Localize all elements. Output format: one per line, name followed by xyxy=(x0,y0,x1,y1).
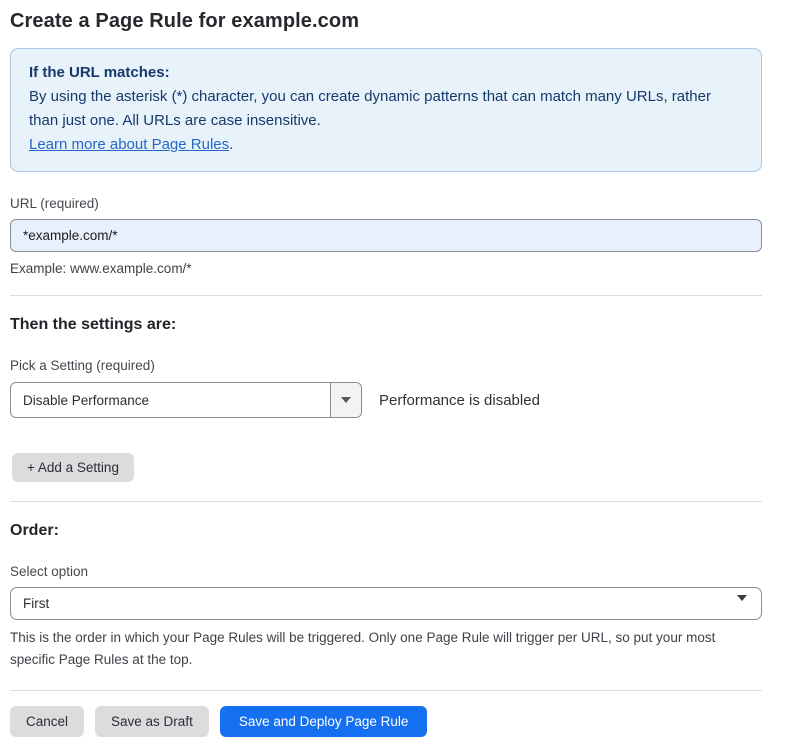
add-setting-button[interactable]: + Add a Setting xyxy=(12,453,134,482)
learn-more-link[interactable]: Learn more about Page Rules xyxy=(29,136,229,153)
chevron-down-icon xyxy=(737,601,747,616)
url-example-text: Example: www.example.com/* xyxy=(10,261,762,276)
cancel-button[interactable]: Cancel xyxy=(10,706,84,737)
order-select-label: Select option xyxy=(10,564,762,579)
url-field-label: URL (required) xyxy=(10,196,762,211)
chevron-down-icon xyxy=(341,397,351,403)
footer-divider xyxy=(10,690,762,691)
order-select[interactable]: First xyxy=(10,587,762,620)
create-page-rule-form: Create a Page Rule for example.com If th… xyxy=(0,0,790,737)
link-suffix-text: . xyxy=(229,136,233,153)
setting-select-value: Disable Performance xyxy=(11,383,330,417)
page-title: Create a Page Rule for example.com xyxy=(10,10,762,33)
footer-actions: Cancel Save as Draft Save and Deploy Pag… xyxy=(10,706,762,737)
order-help-text: This is the order in which your Page Rul… xyxy=(10,627,758,671)
section-divider xyxy=(10,501,762,502)
info-callout-heading: If the URL matches: xyxy=(29,61,743,85)
url-match-info-callout: If the URL matches: By using the asteris… xyxy=(10,48,762,172)
save-as-draft-button[interactable]: Save as Draft xyxy=(95,706,209,737)
setting-status-text: Performance is disabled xyxy=(379,392,540,409)
url-input[interactable] xyxy=(10,219,762,252)
order-select-value: First xyxy=(23,596,49,611)
setting-select[interactable]: Disable Performance xyxy=(10,382,362,418)
section-divider xyxy=(10,295,762,296)
setting-select-arrow-button[interactable] xyxy=(330,383,361,417)
setting-picker-label: Pick a Setting (required) xyxy=(10,358,762,373)
setting-picker-row: Disable Performance Performance is disab… xyxy=(10,382,762,418)
settings-section-heading: Then the settings are: xyxy=(10,316,762,334)
info-callout-body: By using the asterisk (*) character, you… xyxy=(29,85,743,133)
save-and-deploy-button[interactable]: Save and Deploy Page Rule xyxy=(220,706,428,737)
info-callout-link-line: Learn more about Page Rules. xyxy=(29,133,743,157)
order-section-heading: Order: xyxy=(10,522,762,540)
